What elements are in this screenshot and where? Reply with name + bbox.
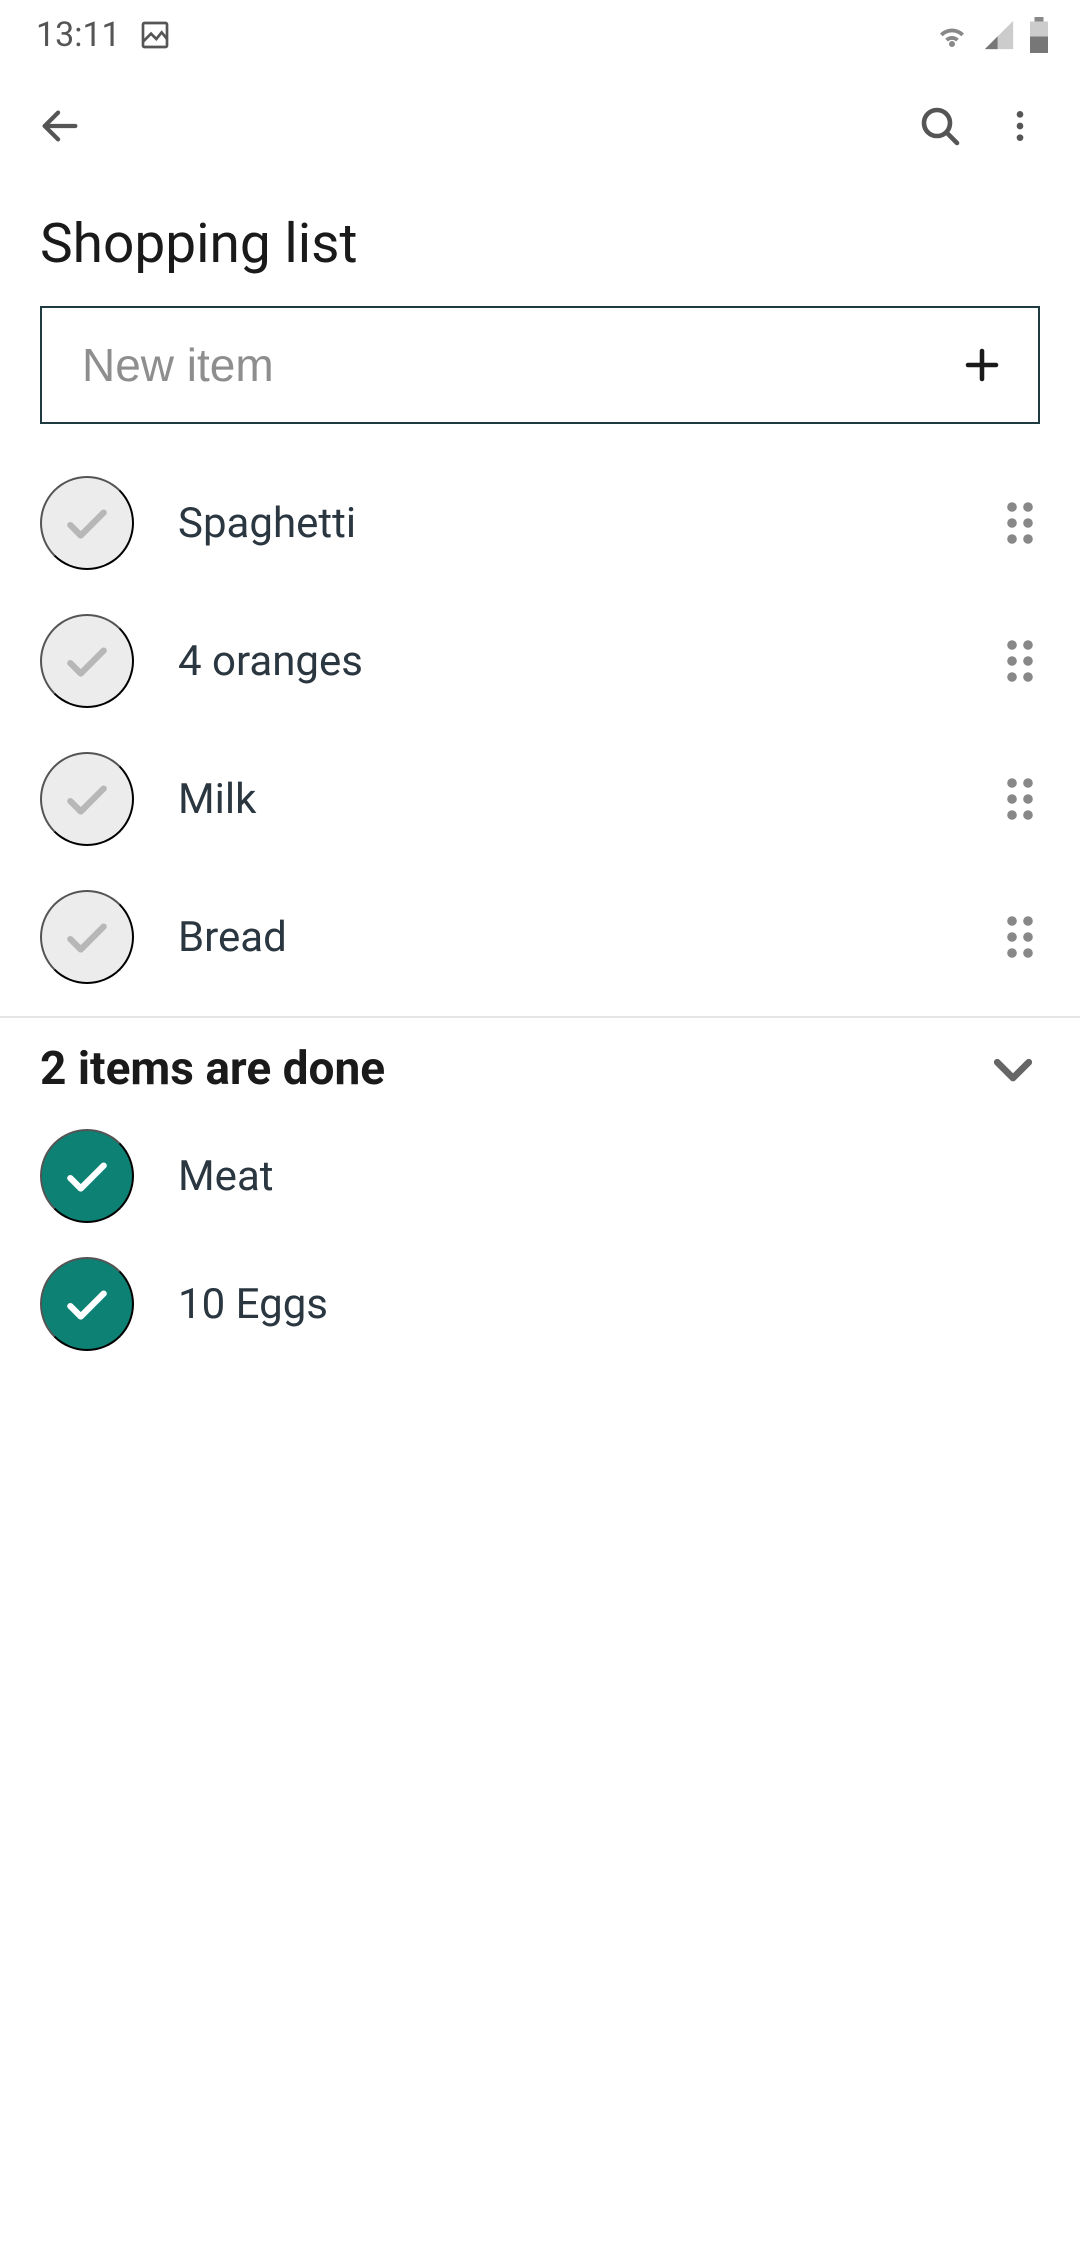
checkbox-checked[interactable] <box>40 1129 134 1223</box>
plus-icon <box>961 344 1003 386</box>
item-label: 10 Eggs <box>134 1280 1040 1329</box>
app-bar <box>0 70 1080 182</box>
drag-icon <box>1004 637 1036 685</box>
check-icon <box>62 912 112 962</box>
item-label: Milk <box>134 775 1000 824</box>
more-vertical-icon <box>1000 106 1040 146</box>
drag-handle[interactable] <box>1000 775 1040 823</box>
checkbox-checked[interactable] <box>40 1257 134 1351</box>
status-bar: 13:11 <box>0 0 1080 70</box>
new-item-container[interactable] <box>40 306 1040 424</box>
drag-icon <box>1004 775 1036 823</box>
done-section-header[interactable]: 2 items are done <box>0 1018 1080 1106</box>
wifi-icon <box>934 17 970 53</box>
drag-icon <box>1004 499 1036 547</box>
overflow-menu-button[interactable] <box>980 86 1060 166</box>
list-item[interactable]: 10 Eggs <box>0 1240 1080 1368</box>
active-list: Spaghetti 4 oranges Milk <box>0 424 1080 1006</box>
chevron-down-icon <box>986 1042 1040 1096</box>
checkbox-unchecked[interactable] <box>40 614 134 708</box>
checkbox-unchecked[interactable] <box>40 890 134 984</box>
status-time: 13:11 <box>36 15 121 55</box>
list-item[interactable]: Milk <box>0 730 1080 868</box>
check-icon <box>62 1151 112 1201</box>
back-button[interactable] <box>20 86 100 166</box>
list-item[interactable]: Meat <box>0 1112 1080 1240</box>
list-item[interactable]: 4 oranges <box>0 592 1080 730</box>
item-label: Spaghetti <box>134 499 1000 548</box>
drag-handle[interactable] <box>1000 637 1040 685</box>
new-item-input[interactable] <box>82 338 952 392</box>
done-list: Meat 10 Eggs <box>0 1106 1080 1368</box>
list-item[interactable]: Spaghetti <box>0 454 1080 592</box>
item-label: Meat <box>134 1152 1040 1201</box>
item-label: Bread <box>134 913 1000 962</box>
drag-handle[interactable] <box>1000 499 1040 547</box>
page-title: Shopping list <box>0 182 1080 306</box>
signal-icon <box>982 18 1016 52</box>
add-item-button[interactable] <box>952 335 1012 395</box>
arrow-left-icon <box>37 103 83 149</box>
search-button[interactable] <box>900 86 980 166</box>
drag-icon <box>1004 913 1036 961</box>
search-icon <box>916 102 964 150</box>
check-icon <box>62 498 112 548</box>
done-title: 2 items are done <box>40 1042 385 1096</box>
check-icon <box>62 774 112 824</box>
drag-handle[interactable] <box>1000 913 1040 961</box>
check-icon <box>62 636 112 686</box>
list-item[interactable]: Bread <box>0 868 1080 1006</box>
checkbox-unchecked[interactable] <box>40 476 134 570</box>
item-label: 4 oranges <box>134 637 1000 686</box>
battery-icon <box>1028 17 1050 53</box>
checkbox-unchecked[interactable] <box>40 752 134 846</box>
check-icon <box>62 1279 112 1329</box>
picture-icon <box>139 19 171 51</box>
